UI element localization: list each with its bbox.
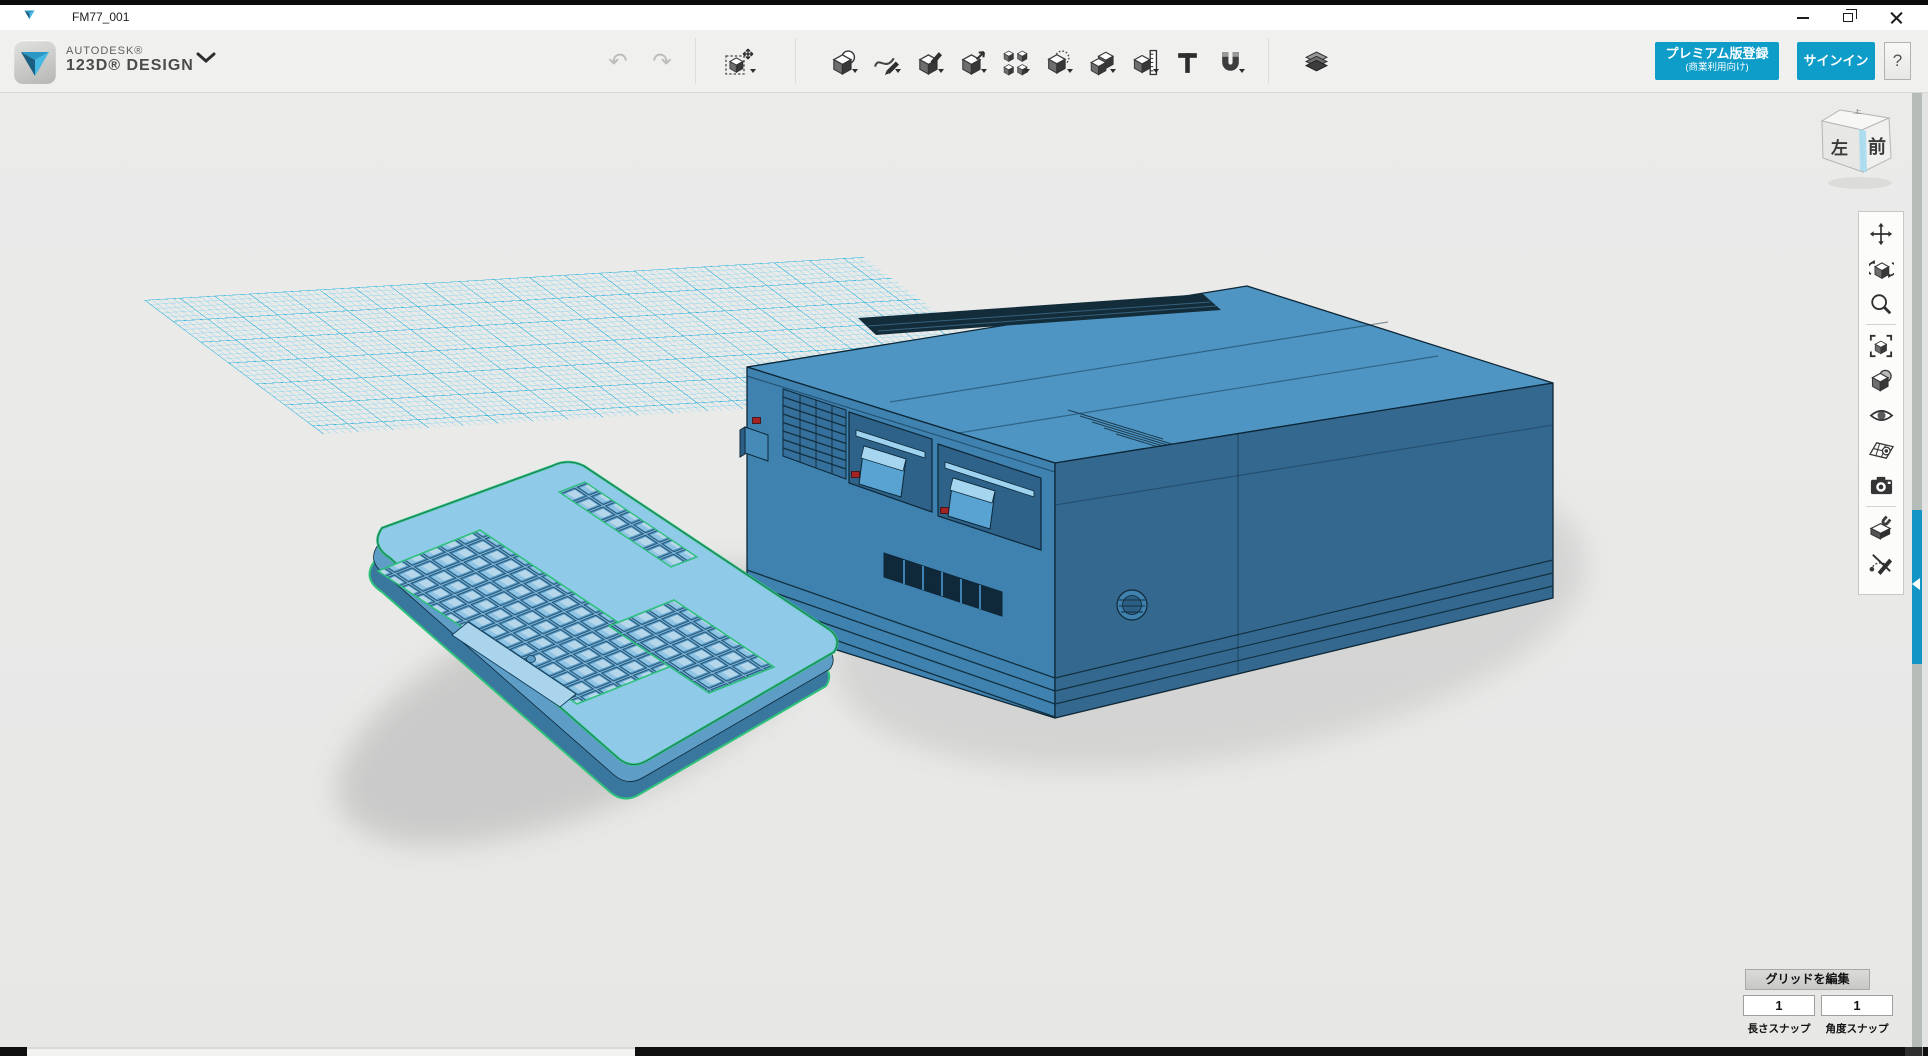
move-transform-icon <box>724 48 754 76</box>
angle-snap-label: 角度スナップ <box>1821 1021 1893 1036</box>
premium-label: プレミアム版登録 <box>1655 46 1779 62</box>
camera-icon <box>1869 473 1894 498</box>
collapse-arrow-icon <box>1912 578 1920 590</box>
pan-icon <box>1869 222 1893 246</box>
drive1-led <box>852 472 860 478</box>
primitives-icon <box>830 49 857 76</box>
orbit-tool[interactable] <box>1864 251 1898 286</box>
edit-grid-button[interactable]: グリッドを編集 <box>1745 969 1870 990</box>
3d-model-viewport[interactable] <box>0 0 1928 1056</box>
orbit-icon <box>1869 256 1894 281</box>
taskbar-divider <box>1922 1047 1923 1056</box>
document-title: FM77_001 <box>72 10 129 24</box>
combine-tool[interactable] <box>1083 46 1119 78</box>
palette-separator <box>1866 506 1896 507</box>
taskbar-light-segment <box>27 1047 635 1056</box>
group-tool[interactable] <box>1040 46 1076 78</box>
eye-icon <box>1869 403 1894 428</box>
app-logo-icon <box>21 9 38 25</box>
brand-triangle-icon <box>14 40 56 84</box>
measure-icon <box>1131 49 1158 76</box>
construct-icon <box>916 49 943 76</box>
app-menu-logo[interactable] <box>14 40 56 84</box>
taskbar-gray-segment <box>1905 1047 1922 1056</box>
viewcube-shadow <box>1828 177 1892 189</box>
modify-tool[interactable] <box>954 46 990 78</box>
sketch-icon <box>873 49 900 76</box>
minimize-icon <box>1797 17 1809 19</box>
pattern-tool[interactable] <box>997 46 1033 78</box>
close-icon <box>1889 11 1903 25</box>
construct-tool[interactable] <box>911 46 947 78</box>
shading-icon <box>1869 368 1894 393</box>
main-toolbar: AUTODESK® 123D® DESIGN ↶ ↷ プレミアム版登録 (商業利… <box>0 30 1928 93</box>
bottom-taskbar-edge <box>0 1047 1928 1056</box>
viewcube-highlight-edge <box>1859 129 1867 172</box>
length-snap-input[interactable] <box>1743 995 1815 1016</box>
minimize-button[interactable] <box>1781 5 1825 30</box>
screenshot-tool[interactable] <box>1864 468 1898 503</box>
brand-line1: AUTODESK® <box>66 45 194 57</box>
model-computer-case[interactable] <box>740 286 1553 718</box>
magnifier-icon <box>1869 292 1893 316</box>
fit-view-tool[interactable] <box>1864 328 1898 363</box>
modify-icon <box>959 49 986 76</box>
toolbar-separator <box>795 38 796 84</box>
brand-line2: 123D® DESIGN <box>66 57 194 75</box>
undo-button[interactable]: ↶ <box>601 44 635 78</box>
close-button[interactable] <box>1871 5 1921 30</box>
text-icon <box>1174 49 1201 76</box>
sketch-off-icon <box>1869 550 1894 575</box>
primitives-tool[interactable] <box>825 46 861 78</box>
snap-tool[interactable] <box>1212 46 1248 78</box>
titlebar: FM77_001 <box>0 5 1928 30</box>
combine-icon <box>1088 49 1115 76</box>
group-icon <box>1045 49 1072 76</box>
text-tool[interactable] <box>1169 46 1205 78</box>
pan-tool[interactable] <box>1864 216 1898 251</box>
move-transform-tool[interactable] <box>719 46 759 78</box>
shading-tool[interactable] <box>1864 363 1898 398</box>
snap-icon <box>1217 49 1244 76</box>
premium-register-button[interactable]: プレミアム版登録 (商業利用向け) <box>1655 42 1779 80</box>
window-right-border <box>1922 93 1928 1047</box>
sketch-visibility-tool[interactable] <box>1864 545 1898 580</box>
length-snap-label: 長さスナップ <box>1743 1021 1815 1036</box>
grid-visibility-tool[interactable] <box>1864 433 1898 468</box>
measure-tool[interactable] <box>1126 46 1162 78</box>
materials-icon <box>1303 49 1330 76</box>
materials-tool[interactable] <box>1298 46 1334 78</box>
view-cube[interactable]: 上 左 前 <box>1815 98 1910 193</box>
snap-magnet-icon <box>1869 515 1894 540</box>
grid-eye-icon <box>1869 438 1894 463</box>
drive2-led <box>941 508 949 514</box>
visibility-tool[interactable] <box>1864 398 1898 433</box>
viewcube-left-label: 左 <box>1831 138 1848 158</box>
angle-snap-input[interactable] <box>1821 995 1893 1016</box>
toolbar-separator <box>695 38 696 84</box>
signin-button[interactable]: サインイン <box>1797 42 1875 80</box>
snap-object-tool[interactable] <box>1864 510 1898 545</box>
help-button[interactable]: ? <box>1884 42 1911 80</box>
chevron-down-icon[interactable] <box>196 52 216 64</box>
viewcube-front-label: 前 <box>1868 136 1886 157</box>
viewcube-top-label: 上 <box>1853 109 1863 116</box>
brand-wordmark: AUTODESK® 123D® DESIGN <box>66 45 194 75</box>
toolbar-separator <box>1268 38 1269 84</box>
fit-view-icon <box>1869 334 1893 358</box>
panel-collapse-handle[interactable] <box>1912 510 1922 664</box>
redo-button[interactable]: ↷ <box>645 44 679 78</box>
pattern-icon <box>1002 49 1029 76</box>
palette-separator <box>1866 324 1896 325</box>
restore-button[interactable] <box>1826 5 1870 30</box>
sketch-tool[interactable] <box>868 46 904 78</box>
view-tool-palette <box>1858 211 1904 595</box>
power-led <box>753 418 761 424</box>
premium-sublabel: (商業利用向け) <box>1655 62 1779 74</box>
zoom-tool[interactable] <box>1864 286 1898 321</box>
restore-icon <box>1843 13 1853 22</box>
volume-knob <box>1117 590 1147 620</box>
